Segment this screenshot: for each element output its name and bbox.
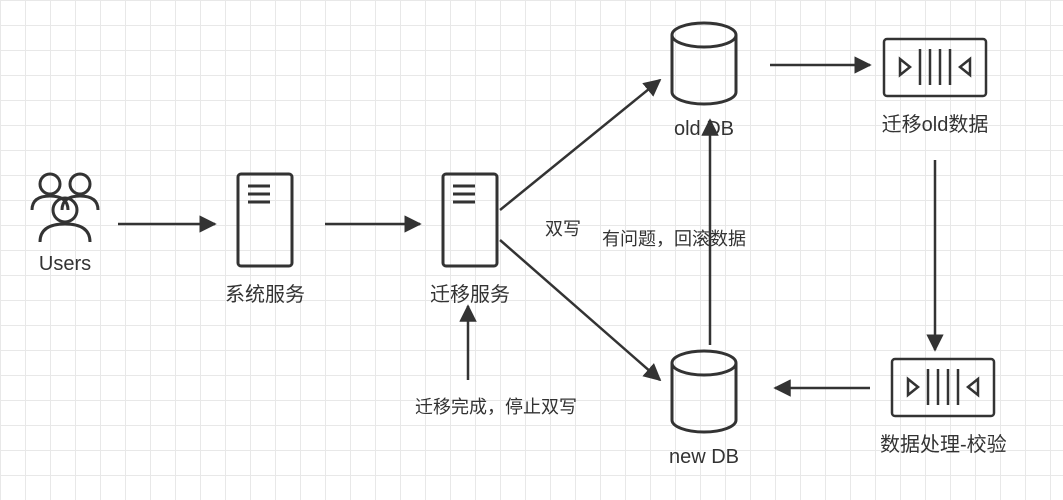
migration-service-node: 迁移服务 [430, 170, 510, 307]
migrate-old-data-node: 迁移old数据 [880, 35, 990, 137]
stop-dual-write-label: 迁移完成，停止双写 [415, 393, 577, 419]
data-processing-node: 数据处理-校验 [880, 355, 1007, 457]
rollback-label: 有问题，回滚数据 [602, 225, 746, 251]
migration-service-label: 迁移服务 [430, 278, 510, 307]
users-label: Users [39, 253, 91, 276]
new-db-label: new DB [669, 446, 739, 469]
system-service-node: 系统服务 [225, 170, 305, 307]
users-node: Users [20, 170, 110, 276]
old-db-label: old DB [674, 118, 734, 141]
system-service-label: 系统服务 [225, 278, 305, 307]
server-icon [230, 170, 300, 270]
old-db-node: old DB [664, 20, 744, 141]
arrow-migration-to-newdb [500, 240, 660, 380]
migrate-old-data-label: 迁移old数据 [882, 108, 989, 137]
data-processing-label: 数据处理-校验 [880, 428, 1007, 457]
users-icon [20, 170, 110, 245]
database-icon [664, 20, 744, 110]
process-icon [880, 35, 990, 100]
arrow-migration-to-olddb [500, 80, 660, 210]
dual-write-label: 双写 [545, 215, 581, 241]
database-icon [664, 348, 744, 438]
server-icon [435, 170, 505, 270]
process-icon [888, 355, 998, 420]
new-db-node: new DB [664, 348, 744, 469]
